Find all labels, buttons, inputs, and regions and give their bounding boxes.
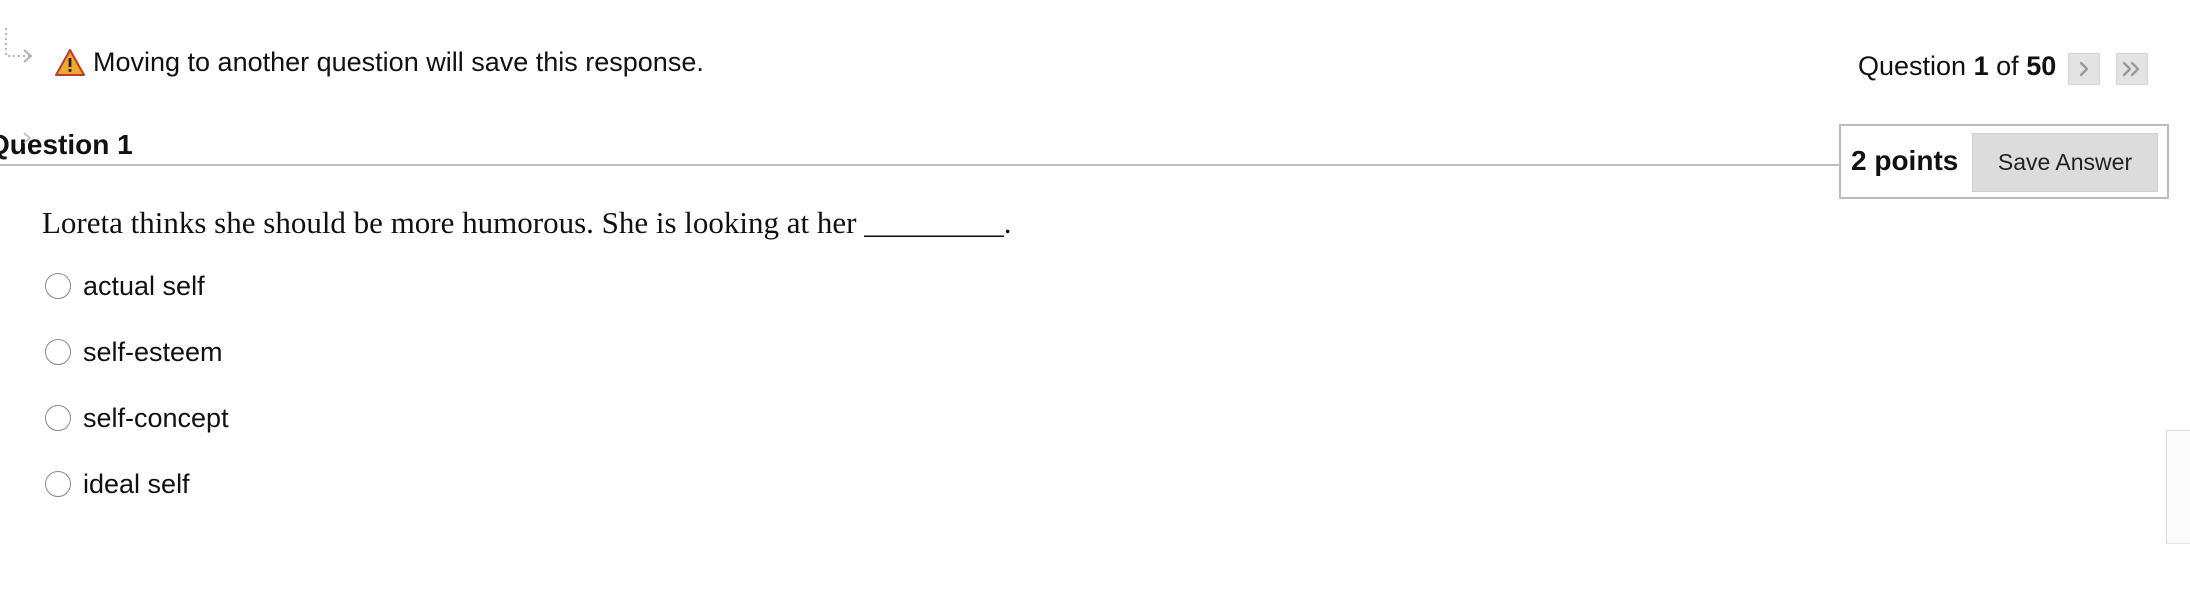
chevron-right-icon <box>2079 61 2089 77</box>
answer-option-label: self-esteem <box>83 337 223 367</box>
radio-button[interactable] <box>45 273 71 299</box>
radio-button[interactable] <box>45 339 71 365</box>
answer-option-label: ideal self <box>83 469 190 499</box>
points-box: 2 points Save Answer <box>1839 124 2169 199</box>
answer-option[interactable]: ideal self <box>45 466 190 502</box>
indent-arrow-icon <box>5 28 33 63</box>
radio-button[interactable] <box>45 405 71 431</box>
question-divider <box>0 164 1840 166</box>
question-prompt: Loreta thinks she should be more humorou… <box>42 205 1012 240</box>
warning-icon <box>55 49 85 76</box>
question-current-number: 1 <box>1973 51 1989 81</box>
double-chevron-right-icon <box>2122 61 2140 77</box>
answer-option-label: self-concept <box>83 403 229 433</box>
radio-button[interactable] <box>45 471 71 497</box>
answer-option-label: actual self <box>83 271 205 301</box>
title-arrow-icon <box>23 132 32 144</box>
points-label: 2 points <box>1851 145 1959 176</box>
question-total-number: 50 <box>2026 51 2057 81</box>
answer-option[interactable]: self-concept <box>45 400 229 436</box>
question-counter-separator: of <box>1996 51 2019 81</box>
scrollbar[interactable] <box>2166 430 2190 544</box>
answer-option[interactable]: self-esteem <box>45 334 223 370</box>
save-answer-button[interactable]: Save Answer <box>1972 133 2158 192</box>
save-notice: Moving to another question will save thi… <box>93 47 704 77</box>
question-counter: Question 1 of 50 <box>1858 50 2056 82</box>
next-question-button[interactable] <box>2068 53 2100 85</box>
last-question-button[interactable] <box>2116 53 2148 85</box>
answer-option[interactable]: actual self <box>45 268 205 304</box>
question-counter-prefix: Question <box>1858 51 1967 81</box>
